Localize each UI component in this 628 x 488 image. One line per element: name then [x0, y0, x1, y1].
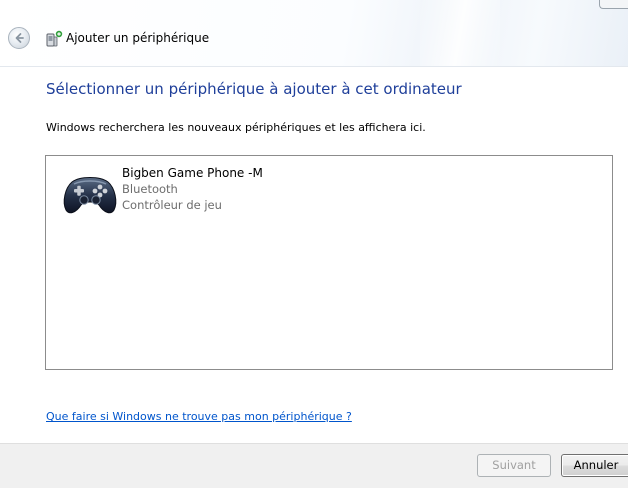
gamepad-icon [63, 177, 117, 214]
window-frame-edge [599, 0, 628, 9]
wizard-title: Ajouter un périphérique [66, 31, 210, 45]
wizard-header: Ajouter un périphérique [0, 0, 628, 67]
device-category: Contrôleur de jeu [122, 198, 222, 212]
back-button[interactable] [8, 27, 30, 49]
instruction-text: Windows recherchera les nouveaux périphé… [46, 121, 426, 134]
back-arrow-icon [15, 33, 24, 43]
add-device-icon [46, 30, 63, 47]
device-item[interactable]: Bigben Game Phone -M Bluetooth Contrôleu… [62, 166, 312, 224]
next-button[interactable]: Suivant [477, 454, 551, 477]
device-connection-type: Bluetooth [122, 182, 178, 196]
device-list[interactable]: Bigben Game Phone -M Bluetooth Contrôleu… [45, 155, 613, 370]
add-device-wizard: Ajouter un périphérique Sélectionner un … [0, 0, 628, 488]
device-not-found-help-link[interactable]: Que faire si Windows ne trouve pas mon p… [46, 410, 352, 423]
page-heading: Sélectionner un périphérique à ajouter à… [46, 80, 462, 98]
header-sheen [420, 0, 500, 66]
cancel-button[interactable]: Annuler [561, 454, 628, 477]
device-name: Bigben Game Phone -M [122, 166, 263, 180]
button-bar: Suivant Annuler [0, 443, 628, 488]
